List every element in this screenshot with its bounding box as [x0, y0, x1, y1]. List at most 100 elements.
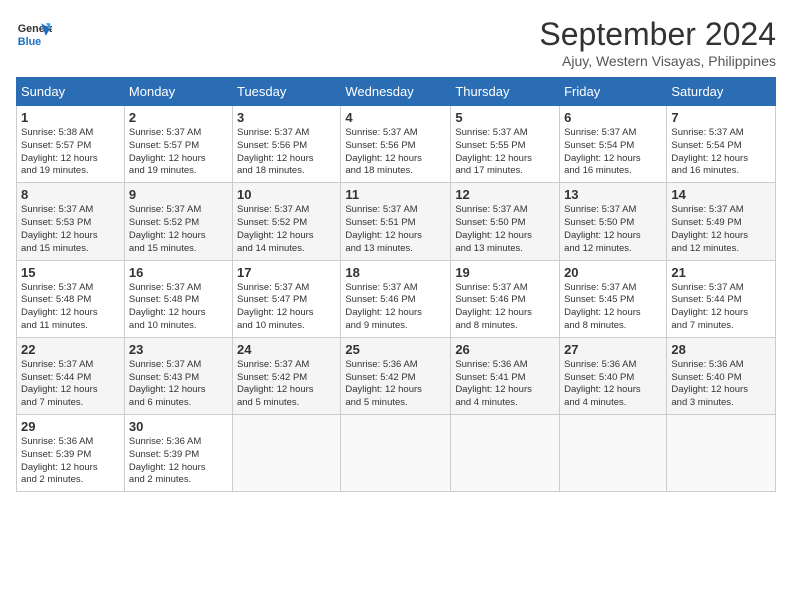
- day-info: Sunrise: 5:36 AM Sunset: 5:39 PM Dayligh…: [129, 436, 228, 487]
- day-number: 23: [129, 342, 228, 357]
- day-number: 15: [21, 265, 120, 280]
- day-info: Sunrise: 5:37 AM Sunset: 5:44 PM Dayligh…: [21, 359, 120, 410]
- logo-icon: General Blue: [16, 16, 52, 52]
- calendar-cell: 29 Sunrise: 5:36 AM Sunset: 5:39 PM Dayli…: [17, 415, 125, 492]
- weekday-header: Thursday: [451, 78, 560, 106]
- day-number: 27: [564, 342, 662, 357]
- day-number: 2: [129, 110, 228, 125]
- day-number: 8: [21, 187, 120, 202]
- day-info: Sunrise: 5:37 AM Sunset: 5:53 PM Dayligh…: [21, 204, 120, 255]
- calendar-week-row: 22Sunrise: 5:37 AM Sunset: 5:44 PM Dayli…: [17, 337, 776, 414]
- day-number: 30: [129, 419, 228, 434]
- calendar-table: SundayMondayTuesdayWednesdayThursdayFrid…: [16, 77, 776, 492]
- calendar-cell: 30 Sunrise: 5:36 AM Sunset: 5:39 PM Dayli…: [124, 415, 232, 492]
- calendar-cell: 5 Sunrise: 5:37 AM Sunset: 5:55 PM Daylig…: [451, 106, 560, 183]
- calendar-cell: 17 Sunrise: 5:37 AM Sunset: 5:47 PM Dayli…: [232, 260, 340, 337]
- page-header: General Blue September 2024 Ajuy, Wester…: [16, 16, 776, 69]
- calendar-cell: 1 Sunrise: 5:38 AM Sunset: 5:57 PM Daylig…: [17, 106, 125, 183]
- day-info: Sunrise: 5:36 AM Sunset: 5:40 PM Dayligh…: [564, 359, 662, 410]
- day-number: 5: [455, 110, 555, 125]
- weekday-header: Monday: [124, 78, 232, 106]
- weekday-header: Saturday: [667, 78, 776, 106]
- day-number: 17: [237, 265, 336, 280]
- calendar-cell: 12 Sunrise: 5:37 AM Sunset: 5:50 PM Dayli…: [451, 183, 560, 260]
- day-info: Sunrise: 5:37 AM Sunset: 5:52 PM Dayligh…: [237, 204, 336, 255]
- day-number: 12: [455, 187, 555, 202]
- calendar-cell: 3 Sunrise: 5:37 AM Sunset: 5:56 PM Daylig…: [232, 106, 340, 183]
- day-number: 10: [237, 187, 336, 202]
- calendar-cell: 15Sunrise: 5:37 AM Sunset: 5:48 PM Dayli…: [17, 260, 125, 337]
- day-info: Sunrise: 5:37 AM Sunset: 5:57 PM Dayligh…: [129, 127, 228, 178]
- day-info: Sunrise: 5:38 AM Sunset: 5:57 PM Dayligh…: [21, 127, 120, 178]
- calendar-cell: 21Sunrise: 5:37 AM Sunset: 5:44 PM Dayli…: [667, 260, 776, 337]
- calendar-cell: 8 Sunrise: 5:37 AM Sunset: 5:53 PM Daylig…: [17, 183, 125, 260]
- calendar-cell: 9 Sunrise: 5:37 AM Sunset: 5:52 PM Daylig…: [124, 183, 232, 260]
- day-info: Sunrise: 5:37 AM Sunset: 5:55 PM Dayligh…: [455, 127, 555, 178]
- calendar-cell: 7 Sunrise: 5:37 AM Sunset: 5:54 PM Daylig…: [667, 106, 776, 183]
- day-info: Sunrise: 5:37 AM Sunset: 5:54 PM Dayligh…: [671, 127, 771, 178]
- calendar-cell: 25Sunrise: 5:36 AM Sunset: 5:42 PM Dayli…: [341, 337, 451, 414]
- day-number: 21: [671, 265, 771, 280]
- day-number: 6: [564, 110, 662, 125]
- calendar-cell: 10 Sunrise: 5:37 AM Sunset: 5:52 PM Dayli…: [232, 183, 340, 260]
- calendar-week-row: 1 Sunrise: 5:38 AM Sunset: 5:57 PM Daylig…: [17, 106, 776, 183]
- day-info: Sunrise: 5:37 AM Sunset: 5:56 PM Dayligh…: [237, 127, 336, 178]
- day-number: 1: [21, 110, 120, 125]
- day-number: 9: [129, 187, 228, 202]
- day-info: Sunrise: 5:37 AM Sunset: 5:46 PM Dayligh…: [345, 282, 446, 333]
- calendar-cell: 14Sunrise: 5:37 AM Sunset: 5:49 PM Dayli…: [667, 183, 776, 260]
- day-number: 24: [237, 342, 336, 357]
- calendar-week-row: 15 Sunrise: 5:37 AM Sunset: 5:48 PM Dayli…: [17, 260, 776, 337]
- day-number: 18: [345, 265, 446, 280]
- day-number: 20: [564, 265, 662, 280]
- day-info: Sunrise: 5:37 AM Sunset: 5:42 PM Dayligh…: [237, 359, 336, 410]
- calendar-cell: [232, 415, 340, 492]
- calendar-cell: 27 Sunrise: 5:36 AM Sunset: 5:40 PM Dayli…: [560, 337, 667, 414]
- weekday-header: Wednesday: [341, 78, 451, 106]
- calendar-week-row: 29 Sunrise: 5:36 AM Sunset: 5:39 PM Dayli…: [17, 415, 776, 492]
- day-info: Sunrise: 5:37 AM Sunset: 5:46 PM Dayligh…: [455, 282, 555, 333]
- logo: General Blue: [16, 16, 52, 52]
- day-number: 4: [345, 110, 446, 125]
- calendar-cell: [451, 415, 560, 492]
- day-info: Sunrise: 5:37 AM Sunset: 5:52 PM Dayligh…: [129, 204, 228, 255]
- location: Ajuy, Western Visayas, Philippines: [539, 53, 776, 69]
- calendar-cell: 16Sunrise: 5:37 AM Sunset: 5:48 PM Dayli…: [124, 260, 232, 337]
- day-number: 3: [237, 110, 336, 125]
- weekday-header-row: SundayMondayTuesdayWednesdayThursdayFrid…: [17, 78, 776, 106]
- day-info: Sunrise: 5:37 AM Sunset: 5:45 PM Dayligh…: [564, 282, 662, 333]
- calendar-week-row: 8 Sunrise: 5:37 AM Sunset: 5:53 PM Daylig…: [17, 183, 776, 260]
- calendar-cell: 11Sunrise: 5:37 AM Sunset: 5:51 PM Dayli…: [341, 183, 451, 260]
- calendar-cell: 4Sunrise: 5:37 AM Sunset: 5:56 PM Daylig…: [341, 106, 451, 183]
- day-info: Sunrise: 5:37 AM Sunset: 5:50 PM Dayligh…: [564, 204, 662, 255]
- day-number: 7: [671, 110, 771, 125]
- day-number: 13: [564, 187, 662, 202]
- calendar-cell: 13 Sunrise: 5:37 AM Sunset: 5:50 PM Dayli…: [560, 183, 667, 260]
- day-number: 29: [21, 419, 120, 434]
- calendar-cell: [667, 415, 776, 492]
- day-number: 25: [345, 342, 446, 357]
- day-info: Sunrise: 5:36 AM Sunset: 5:40 PM Dayligh…: [671, 359, 771, 410]
- calendar-cell: 23 Sunrise: 5:37 AM Sunset: 5:43 PM Dayli…: [124, 337, 232, 414]
- day-info: Sunrise: 5:37 AM Sunset: 5:43 PM Dayligh…: [129, 359, 228, 410]
- calendar-cell: 20 Sunrise: 5:37 AM Sunset: 5:45 PM Dayli…: [560, 260, 667, 337]
- calendar-cell: 18 Sunrise: 5:37 AM Sunset: 5:46 PM Dayli…: [341, 260, 451, 337]
- calendar-cell: 22Sunrise: 5:37 AM Sunset: 5:44 PM Dayli…: [17, 337, 125, 414]
- calendar-cell: [560, 415, 667, 492]
- calendar-cell: 26 Sunrise: 5:36 AM Sunset: 5:41 PM Dayli…: [451, 337, 560, 414]
- calendar-cell: 28 Sunrise: 5:36 AM Sunset: 5:40 PM Dayli…: [667, 337, 776, 414]
- day-number: 26: [455, 342, 555, 357]
- calendar-cell: 19Sunrise: 5:37 AM Sunset: 5:46 PM Dayli…: [451, 260, 560, 337]
- month-title: September 2024: [539, 16, 776, 53]
- day-info: Sunrise: 5:36 AM Sunset: 5:41 PM Dayligh…: [455, 359, 555, 410]
- calendar-cell: 6Sunrise: 5:37 AM Sunset: 5:54 PM Daylig…: [560, 106, 667, 183]
- day-info: Sunrise: 5:37 AM Sunset: 5:50 PM Dayligh…: [455, 204, 555, 255]
- day-info: Sunrise: 5:37 AM Sunset: 5:47 PM Dayligh…: [237, 282, 336, 333]
- weekday-header: Friday: [560, 78, 667, 106]
- day-info: Sunrise: 5:37 AM Sunset: 5:48 PM Dayligh…: [129, 282, 228, 333]
- day-number: 28: [671, 342, 771, 357]
- svg-text:Blue: Blue: [18, 36, 41, 48]
- calendar-cell: [341, 415, 451, 492]
- day-info: Sunrise: 5:36 AM Sunset: 5:39 PM Dayligh…: [21, 436, 120, 487]
- calendar-cell: 2 Sunrise: 5:37 AM Sunset: 5:57 PM Daylig…: [124, 106, 232, 183]
